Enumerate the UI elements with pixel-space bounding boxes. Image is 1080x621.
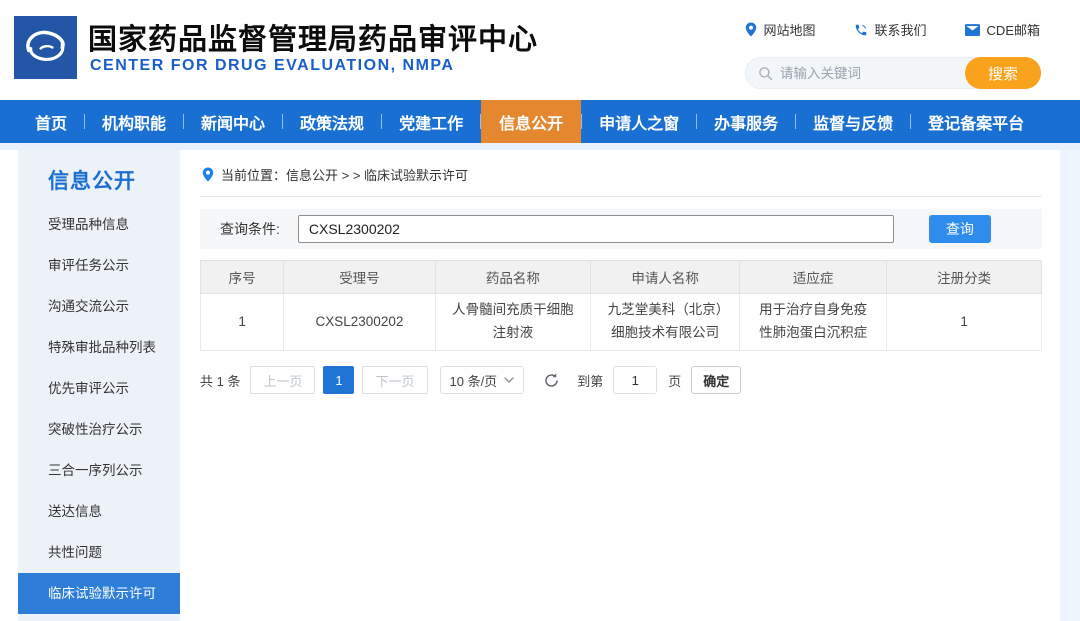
page-number-button[interactable]: 1: [323, 366, 354, 394]
nav-item-applicant-window[interactable]: 申请人之窗: [582, 100, 696, 143]
table-row: 1 CXSL2300202 人骨髓间充质干细胞注射液 九芝堂美科（北京）细胞技术…: [201, 294, 1042, 351]
contact-link[interactable]: 联系我们: [854, 20, 927, 39]
mailbox-label: CDE邮箱: [987, 20, 1040, 39]
cell-acceptance-number: CXSL2300202: [284, 294, 435, 351]
sidebar-item-accepted-varieties[interactable]: 受理品种信息: [18, 204, 180, 245]
sidebar-item-special-approval[interactable]: 特殊审批品种列表: [18, 327, 180, 368]
contact-label: 联系我们: [875, 20, 927, 39]
sidebar-item-breakthrough-therapy[interactable]: 突破性治疗公示: [18, 409, 180, 450]
nav-sub-strip: [0, 143, 1080, 150]
col-header-acceptance-number: 受理号: [284, 261, 435, 294]
results-table: 序号 受理号 药品名称 申请人名称 适应症 注册分类 1 CXSL2300202…: [200, 260, 1042, 351]
refresh-icon[interactable]: [543, 372, 560, 389]
nav-item-party[interactable]: 党建工作: [382, 100, 480, 143]
sidebar-item-clinical-trial-implied-license[interactable]: 临床试验默示许可: [18, 573, 180, 614]
nav-item-news[interactable]: 新闻中心: [184, 100, 282, 143]
sidebar-item-delivery-info[interactable]: 送达信息: [18, 491, 180, 532]
pagination: 共 1 条 上一页 1 下一页 10 条/页 到第 页 确定: [200, 366, 1042, 394]
breadcrumb-text: 当前位置：信息公开 > > 临床试验默示许可: [221, 165, 468, 184]
col-header-registration-class: 注册分类: [887, 261, 1042, 294]
nav-item-functions[interactable]: 机构职能: [85, 100, 183, 143]
next-page-button[interactable]: 下一页: [362, 366, 427, 394]
sitemap-link[interactable]: 网站地图: [745, 20, 816, 39]
query-panel: 查询条件: 查询: [200, 209, 1042, 249]
site-header: 国家药品监督管理局药品审评中心 CENTER FOR DRUG EVALUATI…: [0, 0, 1080, 100]
sitemap-label: 网站地图: [764, 20, 816, 39]
page-size-value: 10 条/页: [450, 371, 498, 390]
search-input[interactable]: [780, 66, 965, 81]
mailbox-link[interactable]: CDE邮箱: [965, 20, 1040, 39]
search-icon: [758, 66, 773, 81]
location-pin-icon: [745, 22, 757, 37]
quick-links: 网站地图 联系我们 CDE邮箱: [745, 20, 1040, 39]
goto-page-label: 到第: [577, 371, 603, 390]
sidebar-title: 信息公开: [18, 150, 180, 204]
query-input[interactable]: [298, 215, 894, 243]
cde-logo-icon: [14, 16, 77, 79]
mail-icon: [965, 24, 980, 36]
prev-page-button[interactable]: 上一页: [250, 366, 315, 394]
search-bar: 搜索: [745, 57, 1041, 89]
sidebar-item-common-issues[interactable]: 共性问题: [18, 532, 180, 573]
goto-page-input[interactable]: [613, 366, 657, 394]
confirm-button[interactable]: 确定: [691, 366, 741, 394]
site-title-en: CENTER FOR DRUG EVALUATION, NMPA: [90, 57, 454, 75]
sidebar-item-three-in-one[interactable]: 三合一序列公示: [18, 450, 180, 491]
phone-icon: [854, 23, 868, 37]
cell-drug-name: 人骨髓间充质干细胞注射液: [435, 294, 591, 351]
nav-item-supervision[interactable]: 监督与反馈: [796, 100, 910, 143]
cell-registration-class: 1: [887, 294, 1042, 351]
cell-index: 1: [201, 294, 284, 351]
nav-item-home[interactable]: 首页: [18, 100, 84, 143]
page: 国家药品监督管理局药品审评中心 CENTER FOR DRUG EVALUATI…: [0, 0, 1080, 621]
query-button[interactable]: 查询: [929, 215, 991, 243]
sidebar-item-priority-review[interactable]: 优先审评公示: [18, 368, 180, 409]
breadcrumb: 当前位置：信息公开 > > 临床试验默示许可: [200, 150, 1042, 197]
sidebar-item-communication[interactable]: 沟通交流公示: [18, 286, 180, 327]
sidebar: 信息公开 受理品种信息 审评任务公示 沟通交流公示 特殊审批品种列表 优先审评公…: [18, 150, 180, 621]
page-size-select[interactable]: 10 条/页: [440, 366, 525, 394]
pagination-total: 共 1 条: [200, 371, 240, 390]
col-header-applicant-name: 申请人名称: [591, 261, 740, 294]
cell-applicant-name: 九芝堂美科（北京）细胞技术有限公司: [591, 294, 740, 351]
site-title-cn: 国家药品监督管理局药品审评中心: [88, 16, 538, 58]
nav-item-services[interactable]: 办事服务: [697, 100, 795, 143]
main-panel: 当前位置：信息公开 > > 临床试验默示许可 查询条件: 查询 序号 受理号 药…: [200, 150, 1042, 621]
search-button[interactable]: 搜索: [965, 57, 1041, 89]
breadcrumb-pin-icon: [202, 167, 214, 182]
sidebar-item-review-tasks[interactable]: 审评任务公示: [18, 245, 180, 286]
cde-logo[interactable]: [14, 16, 77, 79]
right-margin-strip: [1060, 150, 1080, 621]
chevron-down-icon: [504, 377, 514, 383]
col-header-indication: 适应症: [740, 261, 887, 294]
col-header-index: 序号: [201, 261, 284, 294]
col-header-drug-name: 药品名称: [435, 261, 591, 294]
cell-indication: 用于治疗自身免疫性肺泡蛋白沉积症: [740, 294, 887, 351]
nav-item-info-disclosure[interactable]: 信息公开: [481, 100, 581, 143]
query-label: 查询条件:: [220, 219, 280, 239]
table-header-row: 序号 受理号 药品名称 申请人名称 适应症 注册分类: [201, 261, 1042, 294]
content: 信息公开 受理品种信息 审评任务公示 沟通交流公示 特殊审批品种列表 优先审评公…: [0, 150, 1080, 621]
nav-item-registration-platform[interactable]: 登记备案平台: [911, 100, 1041, 143]
goto-page-unit: 页: [668, 371, 681, 390]
main-nav: 首页 机构职能 新闻中心 政策法规 党建工作 信息公开 申请人之窗 办事服务 监…: [0, 100, 1080, 143]
nav-item-policy[interactable]: 政策法规: [283, 100, 381, 143]
